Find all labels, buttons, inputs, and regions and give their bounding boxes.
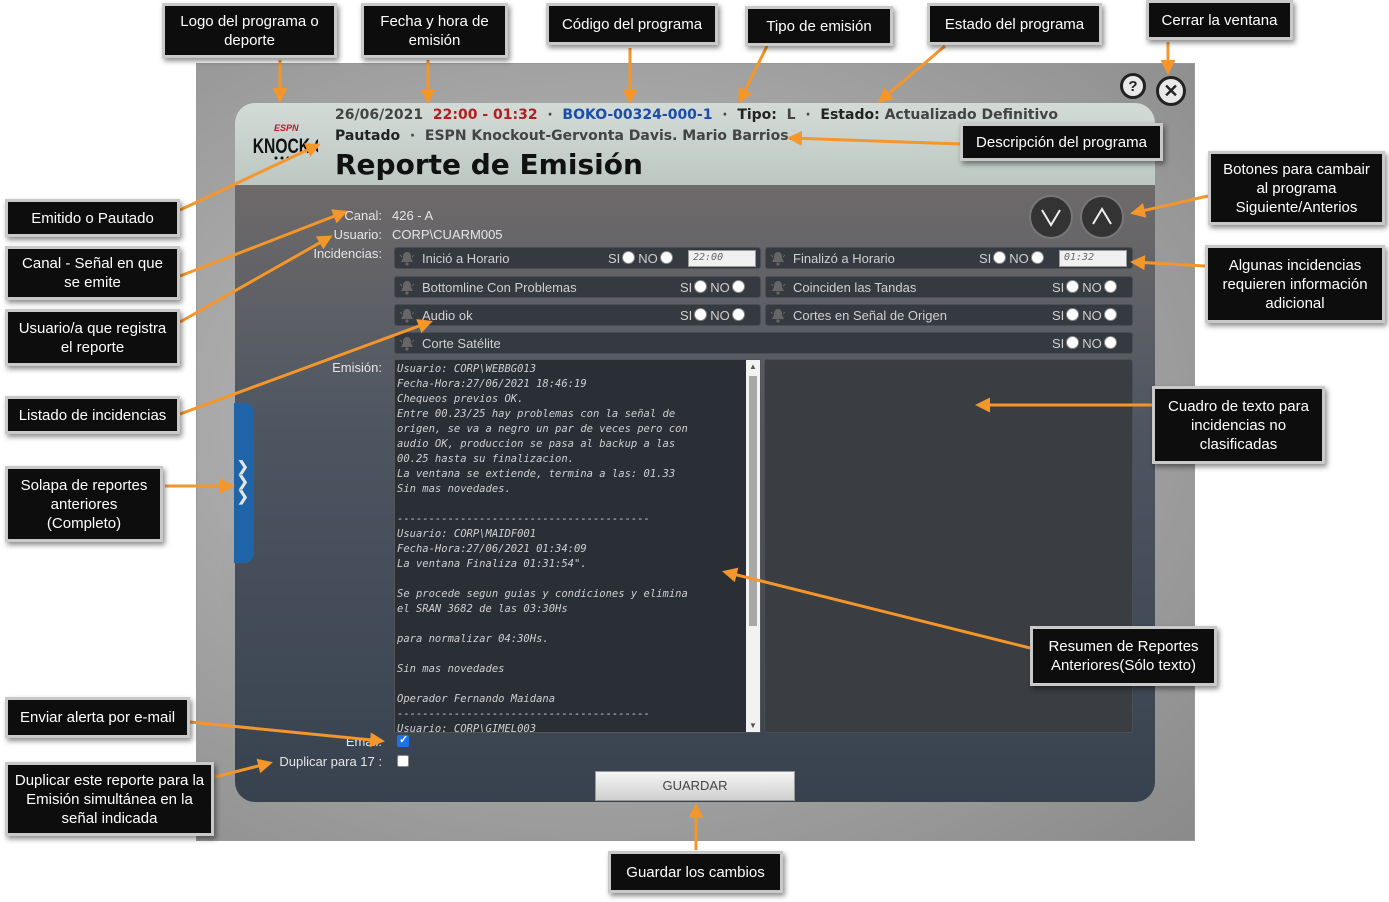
- callout-algunas: Algunas incidencias requieren informació…: [1205, 245, 1385, 323]
- callout-canal: Canal - Señal en que se emite: [5, 246, 180, 300]
- arrow-estado: [877, 44, 946, 103]
- arrow-usuario: [179, 235, 333, 324]
- arrow-tipo: [738, 45, 769, 104]
- callout-descripcion: Descripción del programa: [960, 123, 1163, 161]
- callout-duplicar: Duplicar este reporte para la Emisión si…: [5, 762, 214, 836]
- callout-tipo: Tipo de emisión: [745, 6, 893, 46]
- arrow-resumen: [722, 567, 1031, 650]
- arrow-descripcion: [787, 130, 961, 146]
- callout-cuadro: Cuadro de texto para incidencias no clas…: [1152, 386, 1325, 464]
- callout-estado: Estado del programa: [927, 3, 1102, 45]
- callout-fecha: Fecha y hora de emisión: [361, 3, 508, 58]
- callout-cerrar: Cerrar la ventana: [1146, 0, 1293, 40]
- callout-solapa: Solapa de reportes anteriores (Completo): [5, 466, 163, 542]
- callout-usuario: Usuario/a que registra el reporte: [5, 309, 180, 366]
- callout-resumen: Resumen de Reportes Anteriores(Sólo text…: [1030, 626, 1217, 686]
- arrow-botones: [1130, 194, 1209, 218]
- callout-guardar: Guardar los cambios: [608, 851, 783, 893]
- callout-botones: Botones para cambair al programa Siguien…: [1208, 151, 1385, 225]
- arrow-listado: [179, 319, 433, 416]
- arrow-emitido: [179, 143, 321, 212]
- arrow-duplicar: [214, 758, 273, 779]
- callout-enviar: Enviar alerta por e-mail: [5, 697, 190, 738]
- callout-codigo: Código del programa: [546, 3, 718, 45]
- callout-listado: Listado de incidencias: [5, 396, 180, 434]
- callout-emitido: Emitido o Pautado: [5, 199, 180, 237]
- arrow-enviar: [189, 720, 385, 748]
- arrow-algunas: [1130, 255, 1206, 271]
- callout-logo: Logo del programa o deporte: [162, 3, 337, 58]
